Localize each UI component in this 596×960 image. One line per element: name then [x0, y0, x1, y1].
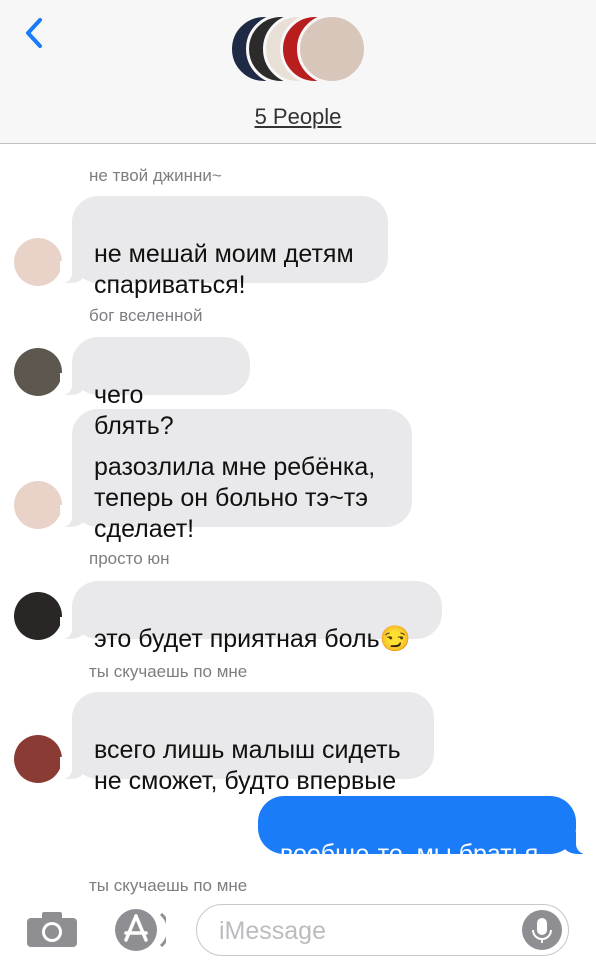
- chevron-left-icon[interactable]: [20, 16, 50, 50]
- outgoing-message-bubble[interactable]: вообще-то, мы братья.: [258, 796, 588, 868]
- message-text: всего лишь малыш сидеть не сможет, будто…: [94, 736, 401, 795]
- camera-icon[interactable]: [26, 910, 78, 948]
- message-text: вообще-то, мы братья.: [280, 840, 546, 868]
- message-bubble[interactable]: всего лишь малыш сидеть не сможет, будто…: [60, 692, 434, 795]
- message-input[interactable]: [217, 915, 521, 947]
- message-text: это будет приятная боль😏: [94, 625, 411, 653]
- group-members-label[interactable]: 5 People: [0, 104, 596, 130]
- avatar-1[interactable]: [14, 238, 62, 286]
- typing-sender-name: ты скучаешь по мне: [89, 876, 248, 895]
- avatar-2[interactable]: [14, 348, 62, 396]
- message-bubble[interactable]: не мешай моим детям спариваться!: [60, 196, 388, 299]
- message-text: не мешай моим детям спариваться!: [94, 240, 354, 299]
- group-avatar: [297, 14, 367, 84]
- conversation-header: 5 People: [0, 0, 596, 144]
- message-field[interactable]: [196, 904, 569, 956]
- microphone-icon[interactable]: [522, 910, 562, 950]
- avatar-1[interactable]: [14, 481, 62, 529]
- avatar-3[interactable]: [14, 592, 62, 640]
- group-avatars[interactable]: [229, 14, 369, 92]
- sender-name: просто юн: [89, 549, 170, 568]
- avatar-4[interactable]: [14, 735, 62, 783]
- sender-name: ты скучаешь по мне: [89, 662, 248, 681]
- app-store-icon[interactable]: [112, 906, 166, 954]
- message-bubble[interactable]: чего блять?: [60, 337, 250, 440]
- sender-name: бог вселенной: [89, 306, 203, 325]
- message-text: разозлила мне ребёнка, теперь он больно …: [94, 453, 376, 543]
- sender-name: не твой джинни~: [89, 166, 222, 185]
- message-bubble[interactable]: это будет приятная боль😏: [60, 581, 442, 653]
